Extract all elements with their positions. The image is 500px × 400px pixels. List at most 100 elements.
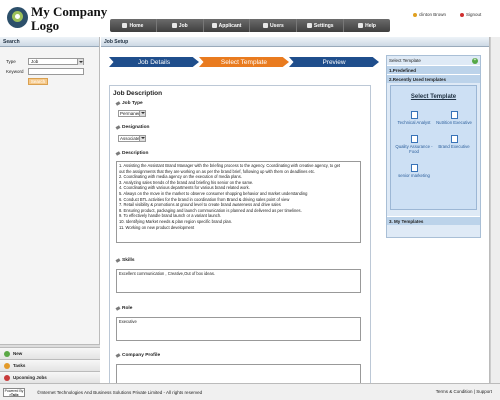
- support-link[interactable]: Support: [476, 389, 492, 394]
- nav-applicant[interactable]: Applicant: [204, 19, 251, 32]
- template-quality-assurance[interactable]: Quality Assurance - Food: [394, 135, 434, 154]
- logo-text-line1: My Company: [31, 4, 108, 19]
- template-senior-marketing[interactable]: senior marketing: [394, 164, 434, 178]
- nav-home[interactable]: Home: [110, 19, 157, 32]
- label-text: Skills: [122, 258, 135, 263]
- template-label: Brand Executive: [438, 144, 470, 149]
- nav-label: Help: [365, 22, 376, 29]
- description-textarea[interactable]: 1. Assisting the Assistant Brand Manager…: [116, 161, 361, 243]
- user-name: clinton Brown: [419, 12, 447, 17]
- search-panel-title: Search: [0, 37, 99, 47]
- add-icon[interactable]: +: [472, 57, 478, 64]
- new-icon: [4, 350, 10, 357]
- terms-link[interactable]: Terms & Condition: [436, 389, 473, 394]
- nav-settings[interactable]: Settings: [297, 19, 345, 32]
- signout-icon: [460, 12, 464, 17]
- job-setup-title: Job Setup: [101, 37, 489, 47]
- type-select[interactable]: Job: [28, 58, 84, 65]
- pencil-icon: [115, 306, 121, 311]
- recent-templates-box: Select Template Technical Analyst Nutrit…: [390, 85, 477, 210]
- step-preview[interactable]: Preview: [289, 57, 379, 67]
- label-text: Description: [122, 151, 149, 156]
- menu-label: Upcoming Jobs: [13, 375, 47, 380]
- menu-upcoming-jobs[interactable]: Upcoming Jobs: [0, 371, 100, 383]
- select-template-heading: Select Template: [410, 94, 457, 100]
- vertical-scrollbar[interactable]: [490, 37, 500, 383]
- left-bottom-menu: New Tasks Upcoming Jobs: [0, 344, 100, 383]
- company-logo[interactable]: My Company Logo: [3, 2, 107, 36]
- skills-value: Excellent communication , Creative,Out o…: [119, 271, 216, 276]
- user-menu[interactable]: clinton Brown: [413, 12, 446, 17]
- main-nav: Home Job Applicant Users Settings Help: [110, 19, 390, 32]
- menu-label: Tasks: [13, 363, 26, 368]
- chevron-down-icon: [139, 136, 145, 141]
- menu-new[interactable]: New: [0, 347, 100, 359]
- job-icon: [171, 23, 177, 28]
- company-profile-textarea[interactable]: [116, 364, 361, 384]
- label-text: Role: [122, 306, 133, 311]
- logo-text-line2: Logo: [31, 18, 60, 33]
- footer-links: Terms & Condition | Support: [435, 389, 492, 394]
- job-type-select[interactable]: Permanent: [118, 110, 146, 117]
- step-job-details[interactable]: Job Details: [109, 57, 199, 67]
- nav-label: Applicant: [218, 22, 242, 29]
- template-label: Nutrition Executive: [436, 120, 472, 125]
- tasks-icon: [4, 362, 10, 369]
- skills-label: Skills: [115, 258, 135, 263]
- user-icon: [413, 12, 417, 17]
- signout-label: Signout: [466, 12, 482, 17]
- description-label: Description: [115, 151, 149, 156]
- copyright-text: ©Internet Technologies And Business Solu…: [37, 389, 203, 395]
- document-icon: [410, 135, 418, 143]
- label-text: Designation: [122, 125, 150, 130]
- app-footer: Powered By rTalix ©Internet Technologies …: [0, 383, 500, 400]
- chevron-down-icon: [139, 111, 145, 116]
- template-technical-analyst[interactable]: Technical Analyst: [394, 111, 434, 125]
- chevron-down-icon: [77, 59, 83, 65]
- nav-label: Job: [178, 22, 188, 29]
- skills-textarea[interactable]: Excellent communication , Creative,Out o…: [116, 269, 361, 293]
- nav-job[interactable]: Job: [157, 19, 204, 32]
- nav-users[interactable]: Users: [250, 19, 298, 32]
- app-header: My Company Logo Home Job Applicant Users…: [0, 0, 500, 37]
- document-icon: [410, 111, 418, 119]
- step-select-template[interactable]: Select Template: [199, 57, 289, 67]
- pencil-icon: [115, 151, 121, 156]
- nav-label: Users: [269, 22, 284, 29]
- powered-by-name: rTalix: [9, 392, 19, 397]
- template-label: Technical Analyst: [397, 120, 431, 125]
- pencil-icon: [115, 353, 121, 358]
- section-predefined[interactable]: 1.Predefined: [387, 65, 480, 74]
- template-label: Quality Assurance - Food: [395, 144, 433, 154]
- document-icon: [450, 111, 458, 119]
- settings-icon: [306, 23, 312, 28]
- type-select-value: Job: [31, 59, 39, 64]
- wizard-steps: Job Details Select Template Preview: [109, 57, 379, 67]
- home-icon: [122, 23, 128, 28]
- powered-by-text: Powered By: [4, 388, 24, 393]
- keyword-input[interactable]: [28, 68, 84, 75]
- template-brand-executive[interactable]: Brand Executive: [434, 135, 474, 149]
- menu-tasks[interactable]: Tasks: [0, 359, 100, 371]
- section-my-templates[interactable]: 3. My Templates: [387, 216, 480, 225]
- label-text: Company Profile: [122, 353, 161, 358]
- pencil-icon: [115, 258, 121, 263]
- type-label: Type: [6, 59, 16, 64]
- job-type-label: Job Type: [115, 101, 143, 106]
- nav-help[interactable]: Help: [344, 19, 390, 32]
- left-panel: Search Type Job Keyword Search New Tasks…: [0, 37, 100, 383]
- template-nutrition-executive[interactable]: Nutrition Executive: [434, 111, 474, 125]
- users-icon: [262, 23, 268, 28]
- search-button[interactable]: Search: [28, 78, 48, 85]
- upcoming-jobs-icon: [4, 374, 10, 381]
- keyword-label: Keyword: [6, 69, 24, 74]
- description-line: 11. Working on new product development: [119, 224, 195, 230]
- role-textarea[interactable]: Executive: [116, 317, 361, 341]
- help-icon: [358, 23, 364, 28]
- signout-link[interactable]: Signout: [460, 12, 481, 17]
- designation-label: Designation: [115, 125, 150, 130]
- section-recent-templates[interactable]: 2.Recently Used templates: [387, 74, 480, 83]
- powered-by-badge: Powered By rTalix: [3, 387, 25, 397]
- role-value: Executive: [119, 319, 137, 324]
- designation-select[interactable]: Associate: [118, 135, 146, 142]
